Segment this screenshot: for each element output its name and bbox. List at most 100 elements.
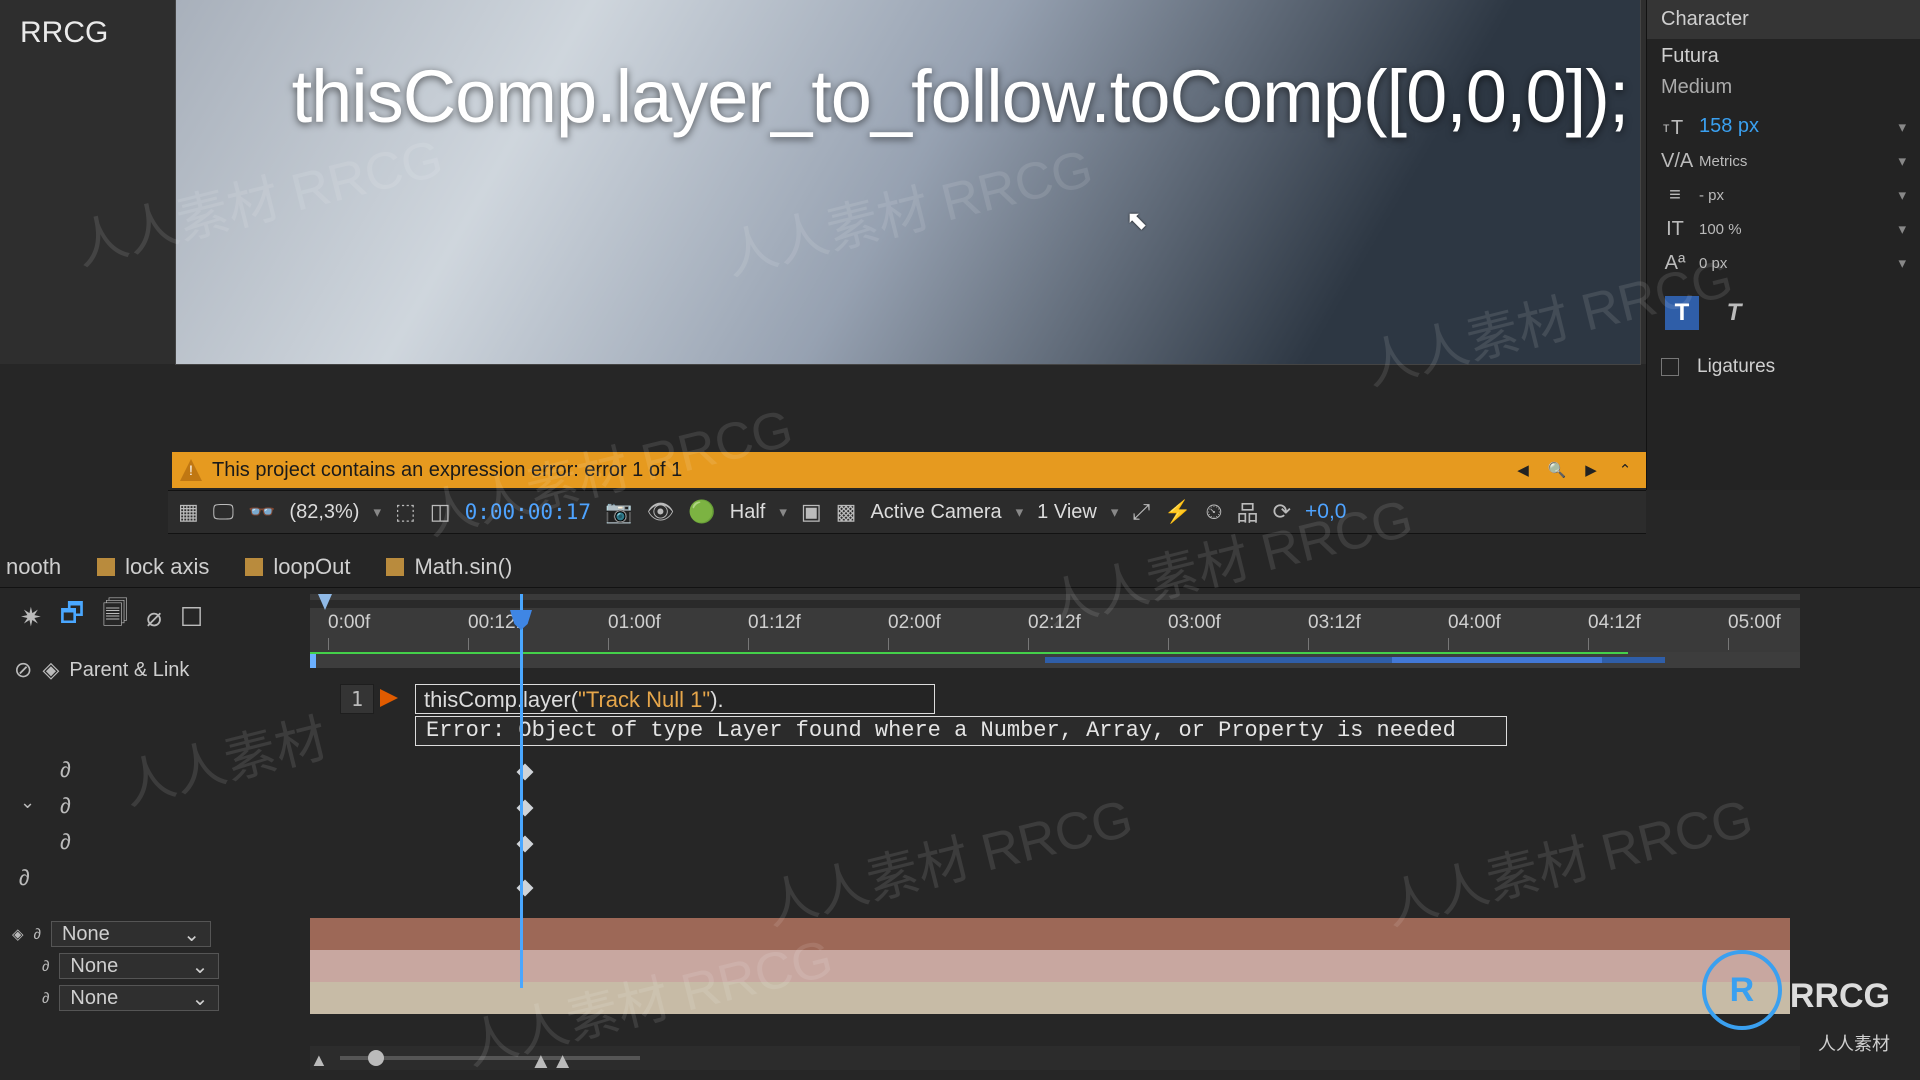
resolution-dropdown[interactable]: Half bbox=[730, 501, 766, 524]
caret-up-icon[interactable]: ⌃ bbox=[1612, 457, 1638, 483]
work-area-start-handle[interactable] bbox=[318, 594, 332, 610]
pickwhip-icon[interactable]: ∂ bbox=[60, 757, 71, 783]
chevron-down-icon[interactable]: ▾ bbox=[1016, 503, 1024, 521]
layer-row[interactable]: ∂ None⌄ bbox=[0, 950, 1920, 982]
chevron-down-icon[interactable]: ⌄ bbox=[20, 792, 35, 813]
pickwhip-icon[interactable]: ∂ bbox=[42, 990, 49, 1007]
chevron-down-icon[interactable]: ▾ bbox=[779, 503, 787, 521]
snapshot-icon[interactable]: 📷 bbox=[605, 499, 632, 525]
proportional-grid-icon[interactable]: ◫ bbox=[430, 499, 451, 525]
leading-input[interactable]: - px bbox=[1699, 187, 1724, 204]
pickwhip-icon[interactable]: ∂ bbox=[42, 958, 49, 975]
time-tick: 01:00f bbox=[608, 612, 661, 634]
character-panel-title: Character bbox=[1647, 0, 1920, 39]
pixel-aspect-icon[interactable]: ⤢ bbox=[1132, 499, 1150, 525]
shy-icon[interactable]: ✷ bbox=[20, 602, 42, 633]
time-ruler[interactable]: 0:00f00:12f01:00f01:12f02:00f02:12f03:00… bbox=[310, 594, 1800, 652]
transparency-grid-icon[interactable]: ▩ bbox=[836, 499, 857, 525]
pickwhip-icon[interactable]: ∂ bbox=[19, 865, 30, 891]
flowchart-icon[interactable]: 品 bbox=[1237, 496, 1259, 528]
exposure-value[interactable]: +0,0 bbox=[1305, 500, 1346, 524]
ligatures-checkbox[interactable] bbox=[1661, 358, 1679, 376]
time-tick: 0:00f bbox=[328, 612, 370, 634]
vertical-scale-input[interactable]: 100 % bbox=[1699, 221, 1742, 238]
kerning-dropdown[interactable]: Metrics bbox=[1699, 153, 1747, 170]
link-icon: ⊘ bbox=[14, 657, 32, 683]
expression-error-banner: ! This project contains an expression er… bbox=[172, 452, 1646, 488]
timeline-icon[interactable]: ⏲ bbox=[1205, 499, 1222, 525]
timecode-display[interactable]: 0:00:00:17 bbox=[465, 500, 591, 524]
time-tick: 02:12f bbox=[1028, 612, 1081, 634]
mask-icon[interactable]: 👓 bbox=[248, 499, 275, 525]
next-error-icon[interactable]: ▶ bbox=[1578, 457, 1604, 483]
show-snapshot-icon[interactable]: 👁 bbox=[646, 499, 674, 525]
work-area-handle[interactable] bbox=[310, 654, 316, 668]
parent-link-column-header: ⊘ ◈ Parent & Link bbox=[0, 652, 304, 688]
layer-properties: ⌄ ∂ ∂ ∂ ◈∂ bbox=[0, 752, 304, 896]
expression-field[interactable]: thisComp.layer("Track Null 1"). bbox=[415, 684, 935, 714]
chevron-down-icon[interactable]: ▾ bbox=[1111, 503, 1119, 521]
roi-icon[interactable]: ▣ bbox=[801, 499, 822, 525]
motion-blur-icon[interactable]: 🗐 bbox=[102, 595, 128, 639]
draft-3d-icon[interactable]: ☐ bbox=[180, 602, 203, 633]
tutorial-caption: thisComp.layer_to_follow.toComp([0,0,0])… bbox=[0, 54, 1920, 139]
chevron-down-icon[interactable]: ▾ bbox=[1898, 254, 1906, 272]
parent-link-dropdown[interactable]: None⌄ bbox=[51, 921, 211, 947]
graph-editor-icon[interactable]: ⌀ bbox=[146, 602, 162, 633]
channel-icon[interactable]: 🟢 bbox=[688, 499, 715, 525]
camera-dropdown[interactable]: Active Camera bbox=[870, 501, 1001, 524]
chevron-down-icon[interactable]: ▾ bbox=[373, 503, 381, 521]
tab-lock-axis[interactable]: lock axis bbox=[97, 554, 209, 580]
tab-nooth[interactable]: nooth bbox=[6, 554, 61, 580]
pickwhip-icon[interactable]: ∂ bbox=[60, 793, 71, 819]
baseline-shift-input[interactable]: 0 px bbox=[1699, 255, 1727, 272]
layer-duration-bar[interactable] bbox=[310, 918, 1790, 950]
bold-button[interactable]: T bbox=[1665, 296, 1699, 330]
current-time-indicator[interactable] bbox=[520, 594, 523, 988]
timeline-toolbar: ✷ 🗗 🗐 ⌀ ☐ bbox=[0, 592, 304, 642]
chevron-down-icon[interactable]: ▾ bbox=[1898, 220, 1906, 238]
chevron-down-icon[interactable]: ▾ bbox=[1898, 152, 1906, 170]
grid-icon[interactable]: ▦ bbox=[178, 499, 199, 525]
tab-mathsin[interactable]: Math.sin() bbox=[386, 554, 512, 580]
layer-row[interactable]: ∂ None⌄ bbox=[0, 982, 1920, 1014]
layer-row[interactable]: ◈ ∂ None⌄ bbox=[0, 918, 1920, 950]
views-dropdown[interactable]: 1 View bbox=[1037, 501, 1097, 524]
zoom-in-icon[interactable]: ▲▲ bbox=[530, 1048, 574, 1074]
cube-icon: ◈ bbox=[42, 657, 59, 683]
layer-in-out-bar bbox=[1392, 657, 1602, 663]
comp-icon bbox=[245, 558, 263, 576]
time-tick: 05:00f bbox=[1728, 612, 1781, 634]
zoom-slider-track[interactable] bbox=[340, 1056, 640, 1060]
display-icon[interactable]: 🖵 bbox=[213, 499, 234, 525]
zoom-out-icon[interactable]: ▲ bbox=[310, 1050, 328, 1071]
parent-link-dropdown[interactable]: None⌄ bbox=[59, 953, 219, 979]
frame-blend-icon[interactable]: 🗗 bbox=[60, 595, 84, 639]
pickwhip-icon[interactable]: ∂ bbox=[60, 829, 71, 855]
prev-error-icon[interactable]: ◀ bbox=[1510, 457, 1536, 483]
timeline-layers: ◈ ∂ None⌄ ∂ None⌄ ∂ None⌄ bbox=[0, 918, 1920, 1014]
layer-duration-bar[interactable] bbox=[310, 982, 1790, 1014]
italic-button[interactable]: T bbox=[1717, 296, 1751, 330]
tab-loopout[interactable]: loopOut bbox=[245, 554, 350, 580]
time-tick: 02:00f bbox=[888, 612, 941, 634]
pickwhip-icon[interactable]: ∂ bbox=[34, 926, 41, 943]
time-tick: 03:12f bbox=[1308, 612, 1361, 634]
line-number: 1 bbox=[340, 684, 374, 714]
fast-previews-icon[interactable]: ⚡ bbox=[1164, 499, 1191, 525]
expression-disabled-icon[interactable] bbox=[380, 689, 398, 707]
reset-exposure-icon[interactable]: ⟳ bbox=[1273, 499, 1291, 525]
magnification-dropdown[interactable]: (82,3%) bbox=[289, 501, 359, 524]
zoom-slider-handle[interactable] bbox=[368, 1050, 384, 1066]
parent-link-dropdown[interactable]: None⌄ bbox=[59, 985, 219, 1011]
time-tick: 01:12f bbox=[748, 612, 801, 634]
ligatures-label: Ligatures bbox=[1697, 356, 1775, 378]
baseline-shift-icon: Aª bbox=[1661, 252, 1689, 274]
layer-duration-bar[interactable] bbox=[310, 950, 1790, 982]
reveal-error-icon[interactable]: 🔍 bbox=[1544, 457, 1570, 483]
time-tick: 03:00f bbox=[1168, 612, 1221, 634]
safe-zones-icon[interactable]: ⬚ bbox=[395, 499, 416, 525]
cached-preview-indicator bbox=[310, 652, 1628, 654]
expression-editor: 1 thisComp.layer("Track Null 1"). Error:… bbox=[310, 684, 1800, 750]
chevron-down-icon[interactable]: ▾ bbox=[1898, 186, 1906, 204]
